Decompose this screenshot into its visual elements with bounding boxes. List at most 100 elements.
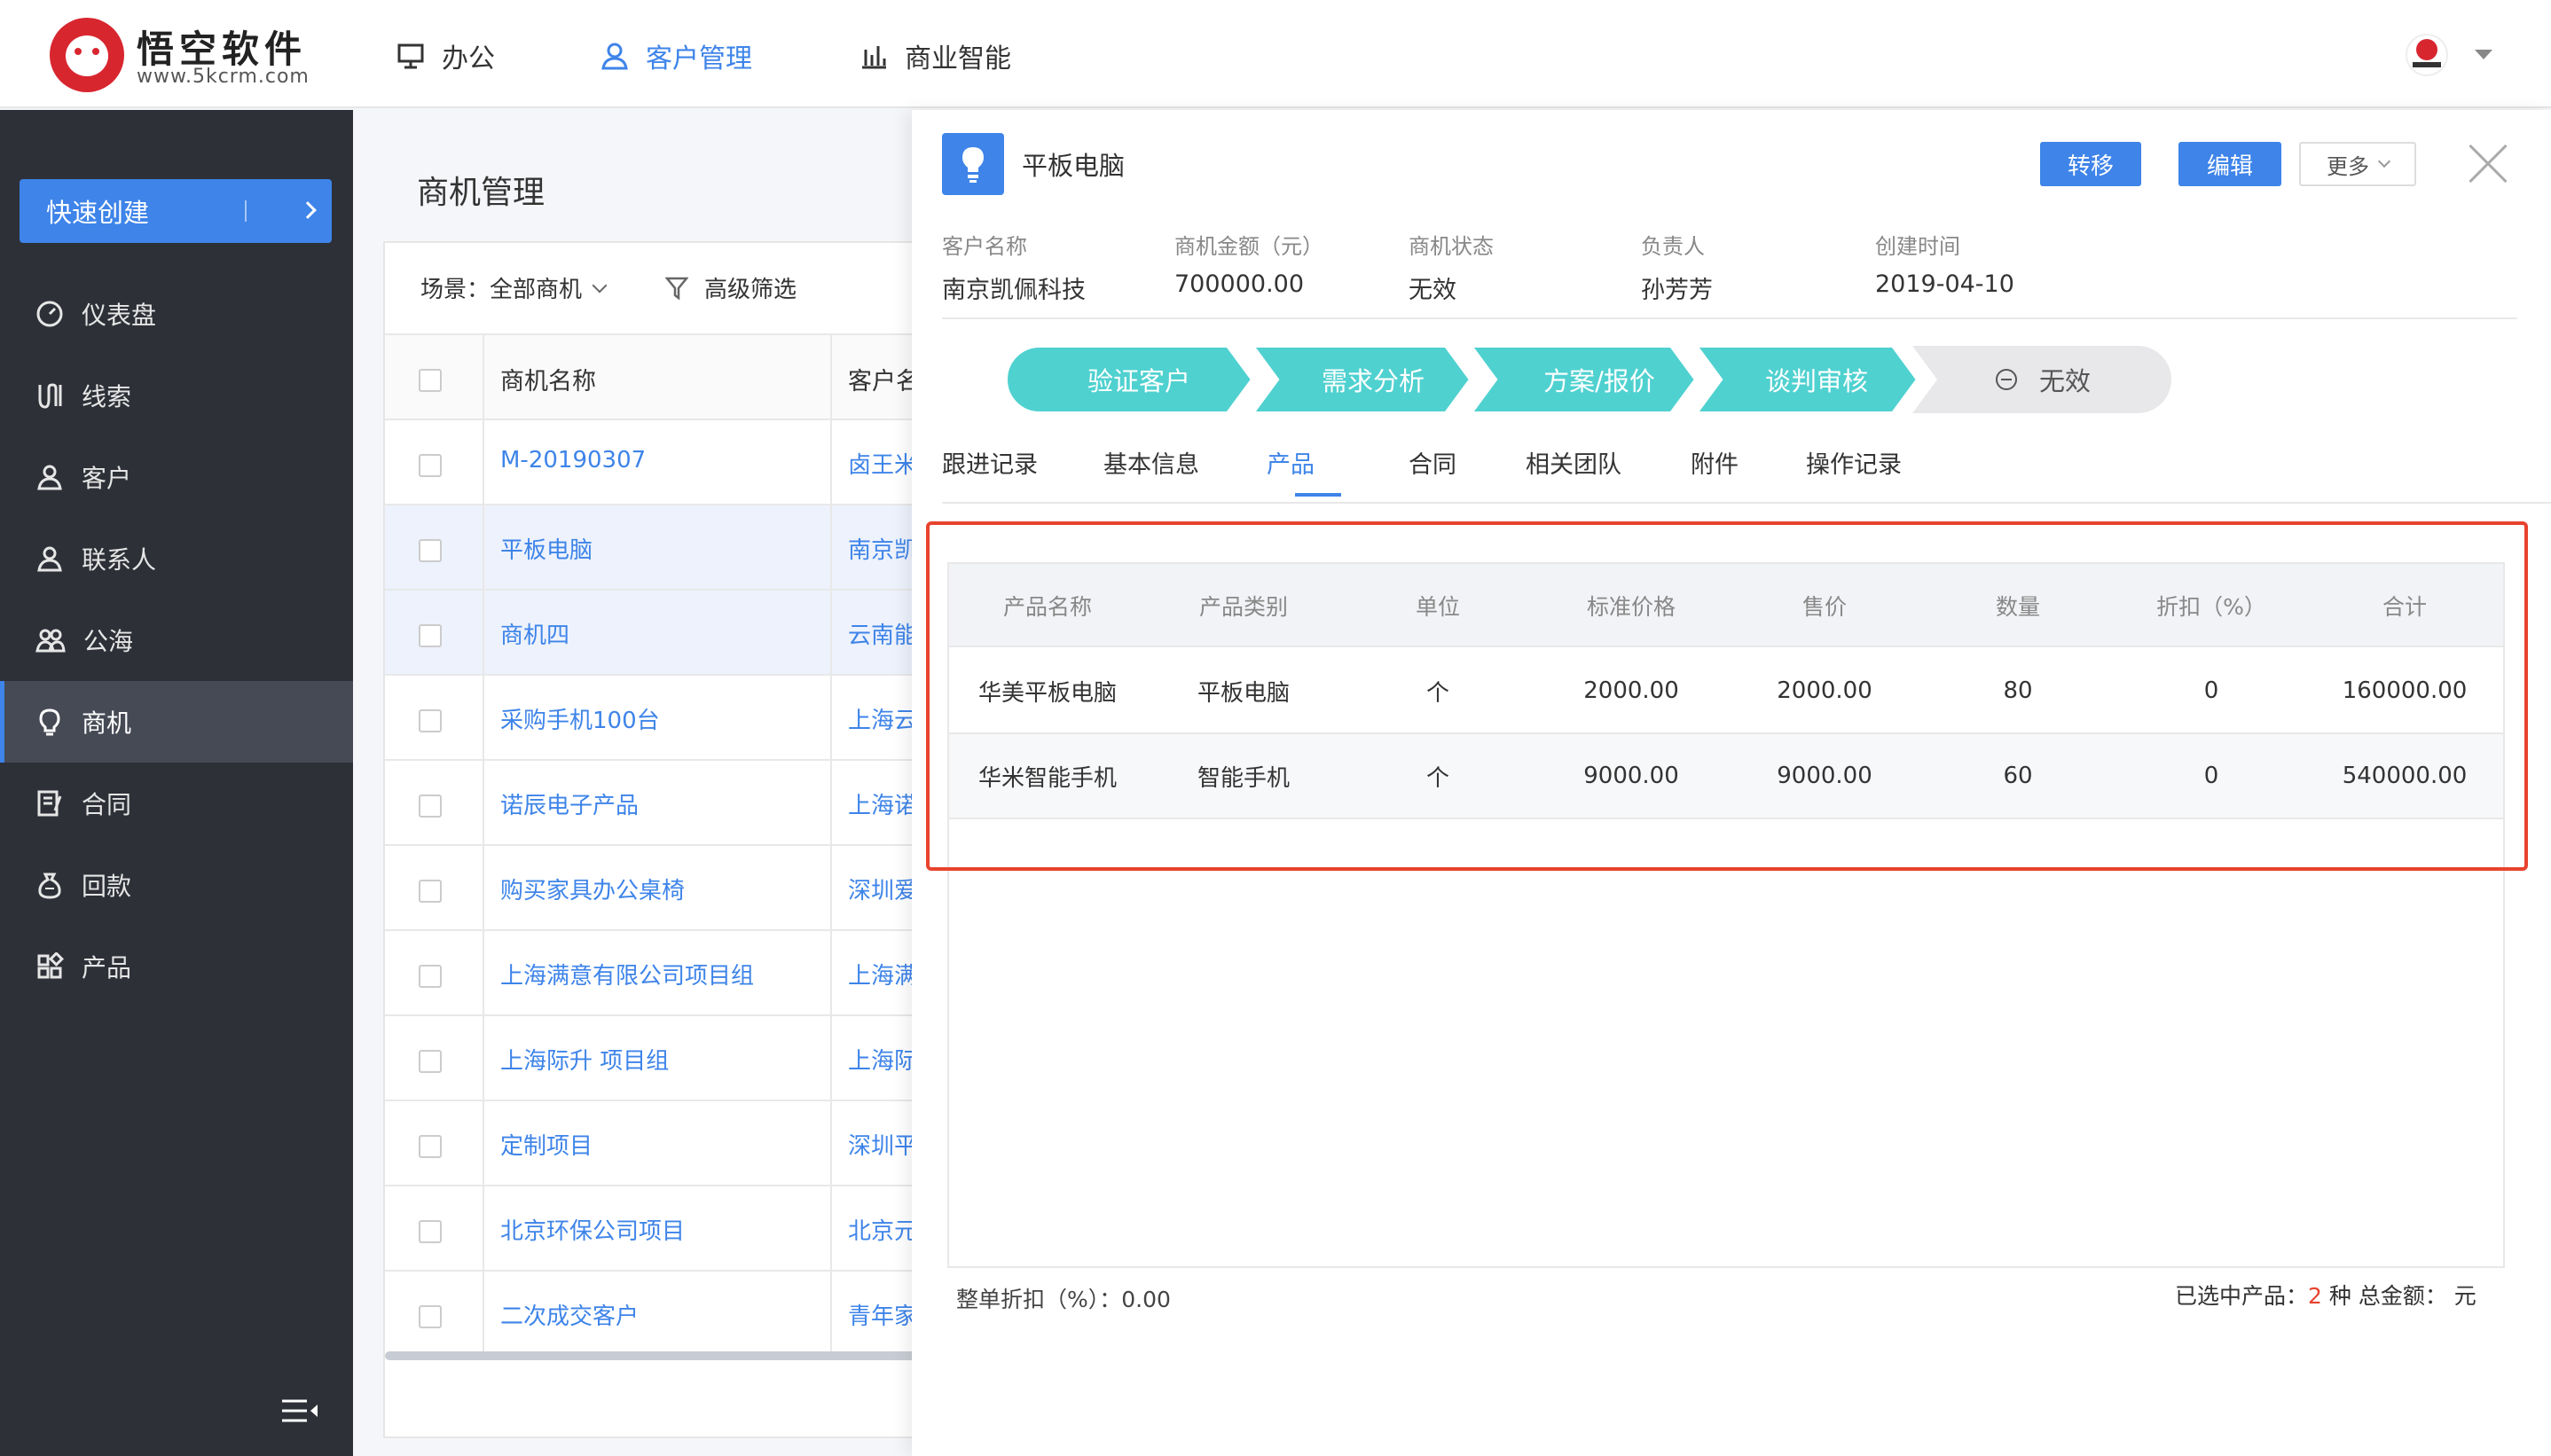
opportunity-list-card: 场景：全部商机 高级筛选 商机名称 客户名 M-20190307 卤王米 平板电脑… (383, 241, 1006, 1438)
row-checkbox[interactable] (419, 1220, 442, 1243)
row-checkbox[interactable] (419, 454, 442, 477)
collapse-sidebar-icon[interactable] (280, 1397, 319, 1424)
row-checkbox[interactable] (419, 880, 442, 903)
magnet-icon (38, 383, 62, 409)
chevron-right-icon (299, 201, 317, 219)
brand-logo[interactable]: 悟空软件 www.5kcrm.com (50, 16, 325, 92)
opportunity-name-link[interactable]: 商机四 (500, 617, 569, 650)
opportunity-name-link[interactable]: 北京环保公司项目 (500, 1213, 685, 1246)
chevron-down-icon (2377, 154, 2391, 168)
more-dropdown-button[interactable]: 更多 (2299, 142, 2416, 186)
row-checkbox[interactable] (419, 539, 442, 562)
selected-suffix: 种 总金额： 元 (2321, 1283, 2476, 1309)
row-checkbox[interactable] (419, 1305, 442, 1328)
opportunity-name-link[interactable]: 平板电脑 (500, 532, 593, 565)
filter-label: 高级筛选 (704, 277, 797, 303)
tab-operation-log[interactable]: 操作记录 (1806, 445, 1902, 480)
chevron-down-icon (592, 278, 608, 293)
tab-follow-up[interactable]: 跟进记录 (942, 445, 1038, 480)
highlight-box (926, 521, 2528, 871)
sidebar-item-contracts[interactable]: 合同 (0, 763, 353, 844)
nav-office[interactable]: 办公 (396, 35, 495, 76)
stage-verify-customer[interactable]: 验证客户 (1006, 346, 1272, 413)
nav-business-intelligence-label: 商业智能 (905, 43, 1011, 74)
info-value: 孙芳芳 (1641, 277, 1713, 304)
opportunity-name-link[interactable]: 购买家具办公桌椅 (500, 873, 685, 905)
sidebar-item-contacts[interactable]: 联系人 (0, 518, 353, 599)
sidebar-item-products[interactable]: 产品 (0, 926, 353, 1007)
opportunity-detail-panel: 平板电脑 转移 编辑 更多 客户名称 南京凯佩科技 商机金额（元） 700000… (912, 110, 2551, 1456)
contact-icon (37, 546, 62, 572)
active-tab-indicator (1295, 493, 1341, 497)
info-customer: 客户名称 南京凯佩科技 (942, 229, 1086, 305)
nav-customer-management[interactable]: 客户管理 (600, 35, 752, 76)
more-label: 更多 (2327, 153, 2369, 179)
row-checkbox[interactable] (419, 709, 442, 732)
close-icon[interactable] (2466, 142, 2510, 186)
user-icon (37, 465, 62, 490)
row-checkbox[interactable] (419, 624, 442, 647)
sidebar: 快速创建 仪表盘 线索 客户 联系人 公海 商机 合同 回款 产品 (0, 110, 353, 1456)
sidebar-item-dashboard[interactable]: 仪表盘 (0, 273, 353, 355)
info-value: 2019-04-10 (1875, 270, 2014, 298)
chevron-down-icon[interactable] (2475, 50, 2492, 59)
column-header-name[interactable]: 商机名称 (500, 362, 596, 396)
grid-icon (37, 952, 64, 979)
opportunity-name-link[interactable]: 诺辰电子产品 (500, 787, 639, 820)
opportunity-name-link[interactable]: 采购手机100台 (500, 702, 660, 735)
quick-create-button[interactable]: 快速创建 (20, 179, 332, 243)
stage-invalid[interactable]: 无效 (2012, 346, 2118, 413)
tab-team[interactable]: 相关团队 (1526, 445, 1621, 480)
tab-basic-info[interactable]: 基本信息 (1103, 445, 1199, 480)
sidebar-item-label: 联系人 (82, 545, 157, 575)
detail-title: 平板电脑 (1022, 151, 1126, 181)
opportunity-name-link[interactable]: 上海满意有限公司项目组 (500, 958, 754, 990)
user-avatar[interactable] (2406, 34, 2448, 76)
tab-contracts[interactable]: 合同 (1409, 445, 1456, 480)
opportunity-name-link[interactable]: 二次成交客户 (500, 1298, 639, 1331)
info-value: 无效 (1409, 277, 1456, 304)
dashboard-icon (36, 301, 63, 327)
sidebar-item-leads[interactable]: 线索 (0, 355, 353, 436)
row-checkbox[interactable] (419, 1135, 442, 1158)
opportunity-name-link[interactable]: 定制项目 (500, 1128, 593, 1161)
user-icon (601, 43, 628, 70)
row-checkbox[interactable] (419, 965, 442, 988)
order-discount-label: 整单折扣（%）： (956, 1287, 1122, 1312)
sidebar-item-public-pool[interactable]: 公海 (0, 599, 353, 681)
filter-icon (665, 277, 688, 300)
stage-proposal-quote[interactable]: 方案/报价 (1497, 346, 1701, 413)
info-label: 负责人 (1641, 234, 1705, 259)
nav-business-intelligence[interactable]: 商业智能 (859, 35, 1011, 76)
stage-needs-analysis[interactable]: 需求分析 (1276, 346, 1471, 413)
money-bag-icon (38, 873, 61, 899)
page-title: 商机管理 (417, 175, 546, 211)
quick-create-label: 快速创建 (46, 198, 150, 228)
row-checkbox[interactable] (419, 1050, 442, 1073)
scene-dropdown[interactable]: 场景：全部商机 (420, 271, 608, 304)
opportunity-name-link[interactable]: 上海际升 项目组 (500, 1043, 669, 1076)
advanced-filter-button[interactable]: 高级筛选 (665, 271, 797, 304)
sidebar-item-opportunities[interactable]: 商机 (0, 681, 353, 763)
sidebar-item-label: 合同 (82, 790, 132, 819)
info-label: 客户名称 (942, 234, 1027, 259)
tab-attachments[interactable]: 附件 (1691, 445, 1739, 480)
bar-chart-icon (862, 46, 886, 69)
monkey-logo-icon (50, 18, 124, 92)
detail-tabs: 跟进记录 基本信息 产品 合同 相关团队 附件 操作记录 (942, 440, 2551, 507)
select-all-checkbox[interactable] (419, 369, 442, 392)
sidebar-item-label: 回款 (82, 872, 132, 901)
transfer-button[interactable]: 转移 (2040, 142, 2141, 186)
info-value: 南京凯佩科技 (942, 277, 1086, 304)
opportunity-name-link[interactable]: M-20190307 (500, 447, 646, 474)
stage-negotiation-review[interactable]: 谈判审核 (1719, 346, 1914, 413)
sidebar-item-label: 产品 (82, 953, 132, 982)
edit-button[interactable]: 编辑 (2178, 142, 2281, 186)
scene-label: 场景：全部商机 (420, 277, 583, 303)
tab-products[interactable]: 产品 (1267, 445, 1315, 480)
sidebar-item-customers[interactable]: 客户 (0, 436, 353, 518)
sidebar-item-payments[interactable]: 回款 (0, 844, 353, 926)
info-status: 商机状态 无效 (1409, 229, 1494, 305)
row-checkbox[interactable] (419, 795, 442, 818)
nav-office-label: 办公 (442, 43, 495, 74)
